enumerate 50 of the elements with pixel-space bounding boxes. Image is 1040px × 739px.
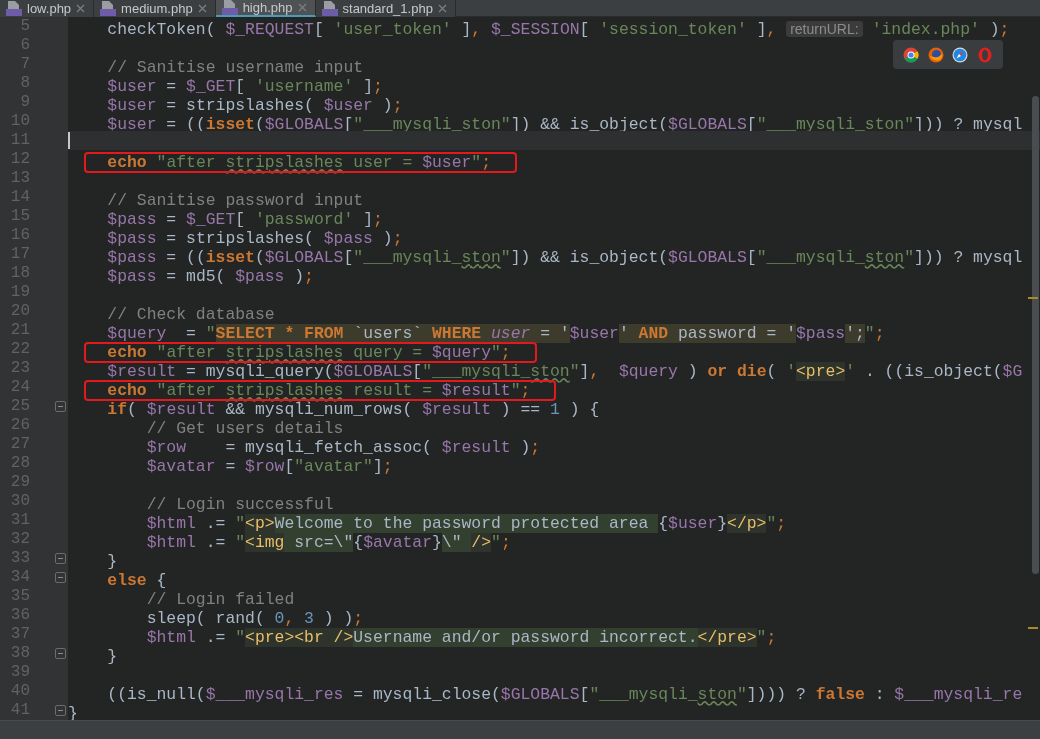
- code-line: $pass = md5( $pass );: [106, 267, 314, 286]
- code-line: }: [106, 647, 118, 666]
- fold-icon[interactable]: [55, 705, 66, 716]
- close-icon[interactable]: [437, 4, 447, 13]
- globe-icon[interactable]: [927, 46, 944, 63]
- code-line: // Login successful: [145, 495, 334, 514]
- fold-icon[interactable]: [55, 401, 66, 412]
- code-line: $pass = stripslashes( $pass );: [106, 229, 403, 248]
- fold-icon[interactable]: [55, 553, 66, 564]
- file-icon: [221, 0, 238, 15]
- code-line: }: [106, 552, 118, 571]
- code-line: $result = mysqli_query($GLOBALS["___mysqli_ston"], $query ) or die( '<pre>' . ((is_object($G: [106, 362, 1023, 381]
- code-line: sleep( rand( 0, 3 ) );: [145, 609, 364, 628]
- code-line: $row = mysqli_fetch_assoc( $result );: [145, 438, 541, 457]
- error-stripe-mark: [1028, 297, 1038, 299]
- code-line: $pass = ((isset($GLOBALS["___mysqli_ston"]) && is_object($GLOBALS["___mysqli_ston"])) ? mysql: [106, 248, 1023, 267]
- pinwheel-icon[interactable]: [903, 46, 920, 63]
- ring-icon[interactable]: [976, 46, 993, 63]
- code-line: echo "after stripslashes result = $result";: [106, 381, 531, 400]
- code-line: // Sanitise username input: [106, 58, 364, 77]
- code-line: ((is_null($___mysqli_res = mysqli_close($GLOBALS["___mysqli_ston"]))) ? false : $___mysqli_re: [106, 685, 1023, 704]
- code-line: checkToken( $_REQUEST[ 'user_token' ], $_SESSION[ 'session_token' ], returnURL: 'index.php' );: [106, 20, 1010, 39]
- error-stripe-mark: [1028, 627, 1038, 629]
- code-line: // Check database: [106, 305, 275, 324]
- file-icon: [6, 1, 22, 16]
- fold-icon[interactable]: [55, 648, 66, 659]
- close-icon[interactable]: [197, 4, 207, 13]
- code-line: else {: [106, 571, 167, 590]
- code-line: // Login failed: [145, 590, 295, 609]
- code-line: $user = $_GET[ 'username' ];: [106, 77, 383, 96]
- code-line: // Sanitise password input: [106, 191, 364, 210]
- file-tab[interactable]: medium.php: [94, 0, 216, 17]
- code-line: $html .= "<img src=\"{$avatar}\" />";: [145, 533, 511, 552]
- code-line: echo "after stripslashes query = $query";: [106, 343, 511, 362]
- code-line: $user = stripslashes( $user );: [106, 96, 403, 115]
- code-line: echo "after stripslashes user = $user";: [106, 153, 492, 172]
- file-icon: [321, 1, 338, 16]
- code-line: if( $result && mysqli_num_rows( $result ) == 1 ) {: [106, 400, 600, 419]
- code-line: $pass = $_GET[ 'password' ];: [106, 210, 383, 229]
- compass-icon[interactable]: [952, 46, 969, 63]
- fold-icon[interactable]: [55, 572, 66, 583]
- close-icon[interactable]: [76, 4, 86, 13]
- file-icon: [100, 1, 117, 16]
- file-tab[interactable]: low.php: [0, 0, 95, 17]
- code-line: $query = "SELECT * FROM `users` WHERE user = '$user' AND password = '$pass';";: [106, 324, 885, 343]
- scrollbar-thumb[interactable]: [1032, 96, 1039, 574]
- file-tab[interactable]: high.php: [215, 0, 316, 17]
- code-line: // Get users details: [145, 419, 344, 438]
- file-tab[interactable]: standard_1.php: [315, 0, 456, 17]
- code-line: $avatar = $row["avatar"];: [145, 457, 393, 476]
